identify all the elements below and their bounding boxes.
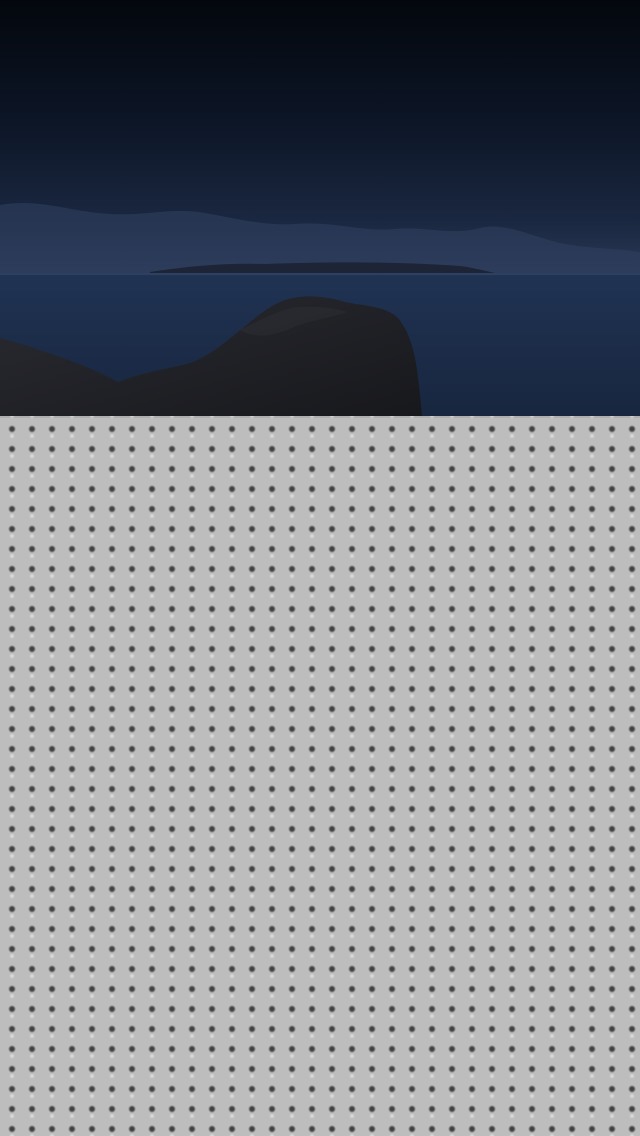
lock-screen (0, 0, 640, 1136)
coastal-night-scene (0, 0, 640, 416)
wallpaper-image (0, 0, 640, 416)
horizon-line (0, 273, 640, 275)
perforated-metal-panel (0, 416, 640, 1136)
